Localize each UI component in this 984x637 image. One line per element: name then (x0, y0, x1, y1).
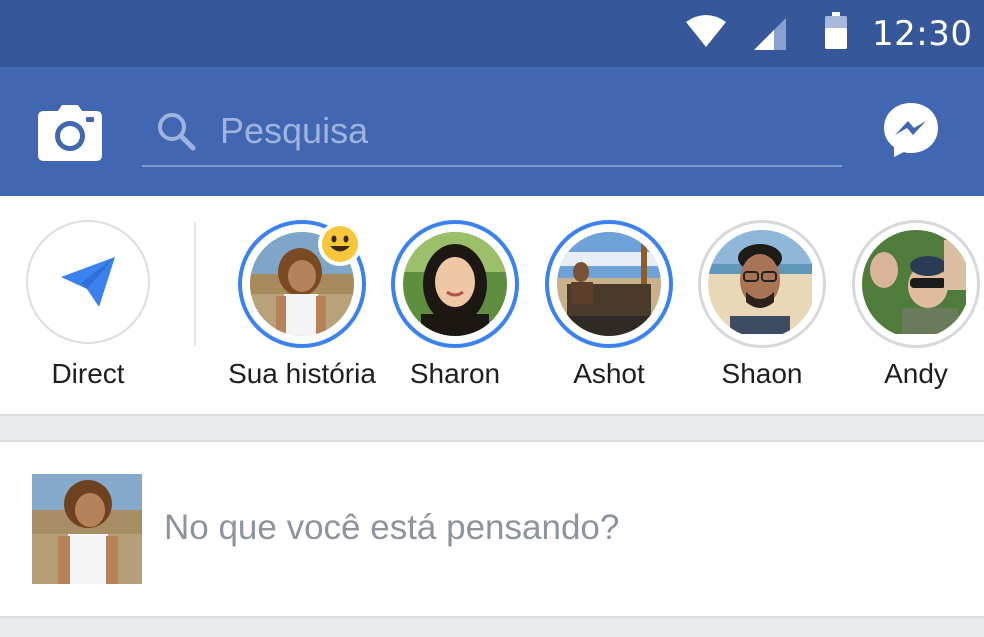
section-separator (0, 416, 984, 442)
stories-divider (194, 222, 196, 346)
story-ring (391, 220, 519, 348)
paper-plane-icon (61, 257, 115, 307)
camera-button[interactable] (36, 105, 104, 161)
messenger-icon (884, 103, 938, 157)
messenger-button[interactable] (882, 101, 940, 159)
stories-row: Direct Sua história Sharon Ashot Shaon A… (0, 196, 984, 416)
story-ring (852, 220, 980, 348)
story-andy[interactable]: Andy (836, 220, 984, 400)
avatar (32, 474, 142, 584)
search-input[interactable] (220, 107, 820, 155)
status-bar: 12:30 (0, 0, 984, 67)
story-ring (545, 220, 673, 348)
avatar (557, 232, 661, 336)
post-composer[interactable]: No que você está pensando? (0, 442, 984, 618)
direct-circle (26, 220, 150, 344)
signal-icon (754, 18, 786, 50)
story-ring (698, 220, 826, 348)
section-separator (0, 618, 984, 637)
search-box[interactable] (142, 97, 842, 167)
wifi-icon (686, 15, 726, 47)
story-direct[interactable]: Direct (26, 220, 186, 400)
battery-icon (825, 12, 847, 49)
app-header (0, 67, 984, 196)
story-label: Andy (884, 358, 948, 389)
avatar (708, 230, 816, 338)
composer-prompt[interactable]: No que você está pensando? (164, 508, 619, 548)
status-clock: 12:30 (872, 14, 973, 54)
story-label-direct: Direct (51, 358, 125, 389)
search-icon (158, 113, 196, 151)
smiley-emoji-icon (322, 226, 358, 262)
avatar (862, 230, 970, 338)
camera-icon (38, 105, 102, 161)
smiley-emoji-badge (318, 222, 362, 266)
avatar (403, 232, 507, 336)
